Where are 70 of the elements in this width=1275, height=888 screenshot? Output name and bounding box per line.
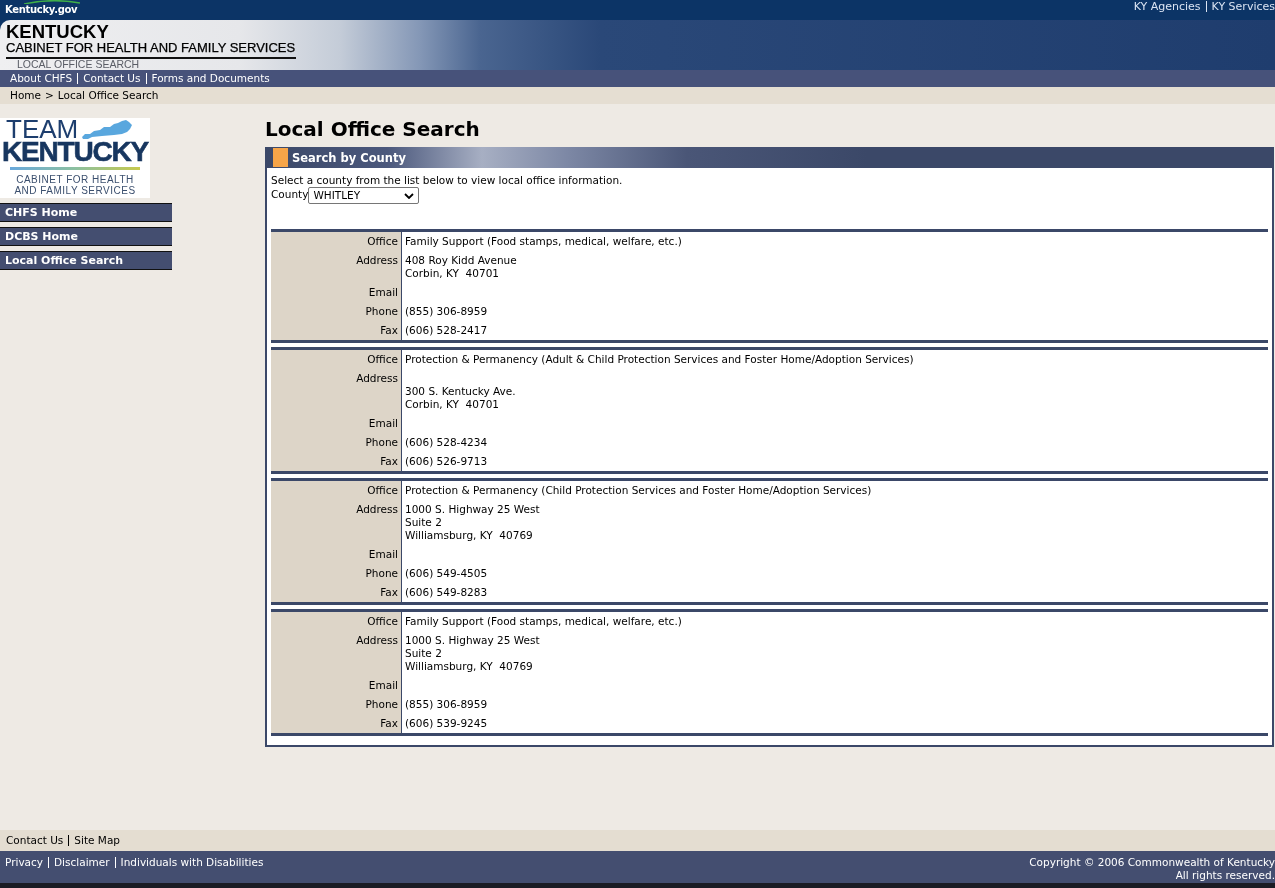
- field-label-cell: Address: [271, 251, 402, 283]
- field-label-cell: Fax: [271, 714, 402, 733]
- breadcrumb-separator: >: [45, 89, 54, 102]
- banner-title: KENTUCKY: [6, 22, 110, 41]
- legal-link[interactable]: Privacy: [5, 856, 44, 869]
- nav-link[interactable]: Contact Us: [83, 72, 141, 85]
- field-label-cell: Email: [271, 283, 402, 302]
- field-value: 1000 S. Highway 25 West Suite 2 Williamsburg, KY 40769: [405, 503, 540, 542]
- portal-logo-text[interactable]: Kentucky.gov: [5, 4, 78, 16]
- intro-text: Select a county from the list below to view local office information.: [271, 174, 624, 187]
- panel-title: Search by County: [292, 150, 406, 165]
- field-value: Protection & Permanency (Child Protection Services and Foster Home/Adoption Services): [405, 484, 872, 497]
- field-label: County: [271, 187, 309, 201]
- field-label-cell: Fax: [271, 452, 402, 471]
- field-value: (606) 549-4505: [405, 567, 488, 580]
- legal-link[interactable]: Disclaimer: [54, 856, 110, 869]
- logo-text: TEAM: [6, 119, 79, 140]
- field-label-cell: Email: [271, 545, 402, 564]
- breadcrumb-link[interactable]: Home: [10, 89, 41, 102]
- nav-link[interactable]: About CHFS: [10, 72, 73, 85]
- field-label-cell: Phone: [271, 433, 402, 452]
- field-value: 300 S. Kentucky Ave. Corbin, KY 40701: [405, 384, 516, 411]
- field-value: Family Support (Food stamps, medical, welfare, etc.): [405, 615, 682, 628]
- county-select[interactable]: WHITLEY: [308, 187, 420, 204]
- footer-link[interactable]: Site Map: [74, 834, 120, 847]
- field-label-cell: Address: [271, 369, 402, 414]
- field-label-cell: Email: [271, 414, 402, 433]
- sidebar-link[interactable]: CHFS Home: [0, 203, 172, 222]
- state-map-icon: [82, 120, 133, 139]
- banner-subtitle: CABINET FOR HEALTH AND FAMILY SERVICES: [6, 41, 297, 55]
- sidebar-link[interactable]: DCBS Home: [0, 227, 172, 246]
- field-value: (855) 306-8959: [405, 698, 488, 711]
- field-label-cell: Address: [271, 631, 402, 676]
- field-value: Protection & Permanency (Adult & Child Protection Services and Foster Home/Adoption Services): [405, 353, 914, 366]
- legal-link[interactable]: Individuals with Disabilities: [120, 856, 264, 869]
- field-label-cell: Phone: [271, 564, 402, 583]
- sidebar-link[interactable]: Local Office Search: [0, 251, 172, 270]
- footer-link[interactable]: Contact Us: [6, 834, 64, 847]
- top-link[interactable]: KY Agencies: [1133, 0, 1201, 13]
- field-value: (855) 306-8959: [405, 305, 488, 318]
- swoosh-icon: [24, 0, 80, 4]
- field-label-cell: Office: [271, 350, 402, 369]
- field-value: Family Support (Food stamps, medical, welfare, etc.): [405, 235, 682, 248]
- banner-section-title: LOCAL OFFICE SEARCH: [17, 59, 141, 70]
- field-value: 1000 S. Highway 25 West Suite 2 Williamsburg, KY 40769: [405, 634, 540, 673]
- accent-square-icon: [273, 148, 288, 167]
- field-value: (606) 526-9713: [405, 455, 488, 468]
- field-label-cell: Office: [271, 612, 402, 631]
- field-value: (606) 528-4234: [405, 436, 488, 449]
- field-value: (606) 549-8283: [405, 586, 488, 599]
- field-value: 408 Roy Kidd Avenue Corbin, KY 40701: [405, 254, 517, 280]
- field-label-cell: Office: [271, 232, 402, 251]
- copyright-text: All rights reserved.: [1175, 869, 1275, 882]
- logo-tagline: CABINET FOR HEALTH AND FAMILY SERVICES: [14, 175, 136, 196]
- breadcrumb-current: Local Office Search: [57, 89, 159, 102]
- field-value: (606) 528-2417: [405, 324, 488, 337]
- field-label-cell: Email: [271, 676, 402, 695]
- nav-link[interactable]: Forms and Documents: [151, 72, 270, 85]
- field-value: (606) 539-9245: [405, 717, 488, 730]
- page-title: Local Office Search: [265, 118, 481, 140]
- chevron-down-icon: [404, 192, 415, 199]
- copyright-text: Copyright © 2006 Commonwealth of Kentucky: [1029, 856, 1275, 869]
- logo-text: KENTUCKY: [2, 140, 148, 163]
- field-label-cell: Phone: [271, 695, 402, 714]
- field-label-cell: Office: [271, 481, 402, 500]
- field-label-cell: Fax: [271, 321, 402, 340]
- field-label-cell: Address: [271, 500, 402, 545]
- field-label-cell: Fax: [271, 583, 402, 602]
- top-link[interactable]: KY Services: [1211, 0, 1275, 13]
- field-label-cell: Phone: [271, 302, 402, 321]
